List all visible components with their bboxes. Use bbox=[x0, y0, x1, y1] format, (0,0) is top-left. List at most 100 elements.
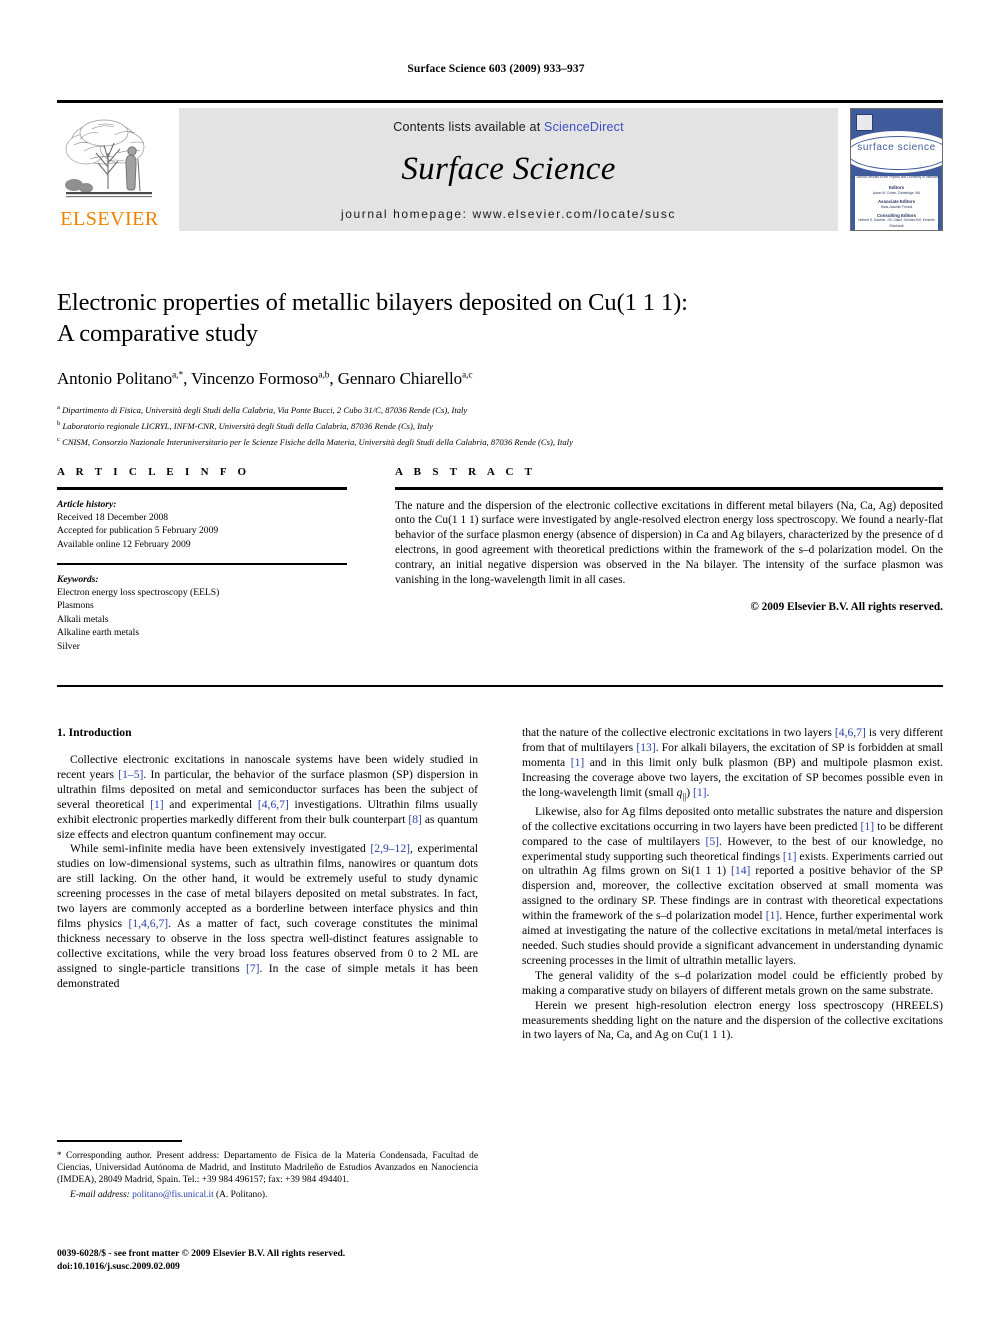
article-title-line-1: Electronic properties of metallic bilaye… bbox=[57, 289, 688, 316]
history-item: Received 18 December 2008 bbox=[57, 511, 169, 523]
article-history-block: Article history: Received 18 December 20… bbox=[57, 498, 347, 552]
paragraph: that the nature of the collective electr… bbox=[522, 726, 943, 805]
affiliation-text: Laboratorio regionale LICRYL, INFM-CNR, … bbox=[62, 420, 433, 431]
elsevier-tree-icon bbox=[64, 119, 152, 198]
abstract-text: The nature and the dispersion of the ele… bbox=[395, 499, 943, 587]
section-heading-introduction: 1. Introduction bbox=[57, 726, 132, 739]
citation-ref[interactable]: [1] bbox=[571, 756, 585, 769]
page-title: Electronic properties of metallic bilaye… bbox=[57, 287, 943, 349]
author-affil-mark: a,c bbox=[462, 370, 473, 381]
elsevier-logo: ELSEVIER bbox=[57, 108, 162, 231]
cover-journal-title: surface science bbox=[857, 142, 936, 153]
citation-ref[interactable]: [4,6,7] bbox=[835, 726, 866, 739]
affiliation-list: a Dipartimento di Fisica, Università deg… bbox=[57, 401, 943, 449]
paragraph: The general validity of the s–d polariza… bbox=[522, 968, 943, 997]
author-affil-mark: a,* bbox=[172, 370, 184, 381]
keyword-item: Silver bbox=[57, 640, 80, 652]
citation-ref[interactable]: [13] bbox=[636, 741, 655, 754]
citation-ref[interactable]: [1,4,6,7] bbox=[129, 917, 169, 930]
paragraph: While semi-infinite media have been exte… bbox=[57, 842, 478, 991]
corresponding-author-footnote: * Corresponding author. Present address:… bbox=[57, 1140, 478, 1201]
affiliation-item: a Dipartimento di Fisica, Università deg… bbox=[57, 401, 943, 417]
article-info-heading: A R T I C L E I N F O bbox=[57, 466, 251, 478]
journal-homepage-link[interactable]: journal homepage: www.elsevier.com/locat… bbox=[341, 207, 676, 221]
keywords-label: Keywords: bbox=[57, 573, 99, 585]
paper-page: Surface Science 603 (2009) 933–937 ELSEV… bbox=[0, 0, 992, 1323]
journal-title: Surface Science bbox=[401, 151, 616, 187]
abstract-rule bbox=[395, 487, 943, 490]
footnote-rule bbox=[57, 1140, 182, 1142]
text-run: that the nature of the collective electr… bbox=[522, 726, 835, 739]
citation-ref[interactable]: [1] bbox=[861, 820, 875, 833]
citation-ref[interactable]: [5] bbox=[706, 835, 720, 848]
affiliation-mark: a bbox=[57, 404, 60, 411]
history-item: Available online 12 February 2009 bbox=[57, 538, 191, 550]
affiliation-mark: b bbox=[57, 420, 61, 428]
text-run: While semi-infinite media have been exte… bbox=[70, 842, 371, 856]
citation-ref[interactable]: [1] bbox=[766, 909, 780, 922]
journal-cover-thumbnail: surface science A Journal Devoted to the… bbox=[850, 108, 943, 231]
cover-logo-icon bbox=[856, 114, 873, 131]
affiliation-text: Dipartimento di Fisica, Università degli… bbox=[62, 404, 468, 415]
text-run: and in this limit only bulk plasmon (BP)… bbox=[522, 755, 943, 799]
citation-ref[interactable]: [1–5] bbox=[118, 768, 143, 781]
title-block: Electronic properties of metallic bilaye… bbox=[57, 287, 943, 449]
affiliation-item: c CNISM, Consorzio Nazionale Interuniver… bbox=[57, 433, 943, 449]
running-head: Surface Science 603 (2009) 933–937 bbox=[407, 63, 585, 75]
keyword-item: Alkaline earth metals bbox=[57, 627, 140, 639]
author-affil-mark: a,b bbox=[318, 370, 330, 381]
affiliation-item: b Laboratorio regionale LICRYL, INFM-CNR… bbox=[57, 417, 943, 433]
citation-ref[interactable]: [7] bbox=[246, 962, 260, 975]
elsevier-wordmark: ELSEVIER bbox=[60, 208, 159, 230]
keyword-item: Electron energy loss spectroscopy (EELS) bbox=[57, 587, 220, 599]
keywords-divider bbox=[57, 563, 347, 565]
abstract-bottom-rule bbox=[57, 685, 943, 687]
info-abstract-region: A R T I C L E I N F O Article history: R… bbox=[57, 466, 943, 653]
article-history-label: Article history: bbox=[57, 498, 117, 510]
cover-board-names: Herbert S. Gardner, J.B. Gland, Gerhard … bbox=[858, 218, 935, 228]
author-list: Antonio Politanoa,*, Vincenzo Formosoa,b… bbox=[57, 369, 473, 388]
author-name: Antonio Politano bbox=[57, 369, 173, 388]
masthead-top-rule bbox=[57, 100, 943, 103]
author-name: Vincenzo Formoso bbox=[191, 369, 319, 388]
abstract-heading: A B S T R A C T bbox=[395, 466, 537, 478]
email-label: E-mail address: bbox=[70, 1189, 130, 1200]
footnote-text: * Corresponding author. Present address:… bbox=[57, 1149, 478, 1202]
abstract-column: A B S T R A C T The nature and the dispe… bbox=[395, 466, 943, 653]
paragraph: Herein we present high-resolution electr… bbox=[522, 998, 943, 1042]
citation-ref[interactable]: [8] bbox=[408, 813, 422, 826]
keywords-block: Keywords: Electron energy loss spectrosc… bbox=[57, 573, 347, 653]
cover-tagline: A Journal Devoted to the Physics and Che… bbox=[853, 175, 940, 179]
body-column-left: 1. Introduction Collective electronic ex… bbox=[57, 726, 478, 1043]
paragraph: Likewise, also for Ag films deposited on… bbox=[522, 805, 943, 969]
email-line: E-mail address: politano@fis.unical.it (… bbox=[57, 1189, 478, 1201]
copyright-line: © 2009 Elsevier B.V. All rights reserved… bbox=[750, 600, 943, 613]
footnote-body: Corresponding author. Present address: D… bbox=[57, 1150, 478, 1186]
keyword-item: Alkali metals bbox=[57, 613, 109, 625]
cover-editorial-text: A Journal Devoted to the Physics and Che… bbox=[851, 175, 942, 230]
imprint-block: 0039-6028/$ - see front matter © 2009 El… bbox=[57, 1248, 557, 1273]
contents-available-line: Contents lists available at ScienceDirec… bbox=[393, 120, 624, 134]
sciencedirect-link[interactable]: ScienceDirect bbox=[544, 120, 624, 134]
citation-ref[interactable]: [1] bbox=[150, 798, 164, 811]
cover-assoc-names: Hans-Joachim Freund bbox=[880, 204, 913, 209]
citation-ref[interactable]: [1] bbox=[783, 850, 797, 863]
citation-ref[interactable]: [1] bbox=[693, 786, 707, 799]
article-info-column: A R T I C L E I N F O Article history: R… bbox=[57, 466, 347, 653]
journal-masthead: ELSEVIER Contents lists available at Sci… bbox=[57, 100, 943, 231]
text-run: and experimental bbox=[163, 797, 258, 811]
masthead-band: Contents lists available at ScienceDirec… bbox=[179, 108, 838, 231]
email-suffix: (A. Politano). bbox=[213, 1189, 268, 1200]
doi-line: doi:10.1016/j.susc.2009.02.009 bbox=[57, 1260, 180, 1272]
email-link[interactable]: politano@fis.unical.it bbox=[132, 1190, 214, 1200]
body-columns: 1. Introduction Collective electronic ex… bbox=[57, 726, 943, 1043]
history-item: Accepted for publication 5 February 2009 bbox=[57, 525, 219, 537]
body-column-right: that the nature of the collective electr… bbox=[522, 726, 943, 1043]
citation-ref[interactable]: [4,6,7] bbox=[258, 798, 289, 811]
citation-ref[interactable]: [14] bbox=[731, 864, 750, 877]
keyword-item: Plasmons bbox=[57, 600, 94, 612]
affiliation-text: CNISM, Consorzio Nazionale Interuniversi… bbox=[62, 436, 573, 447]
citation-ref[interactable]: [2,9–12] bbox=[370, 842, 410, 855]
text-run: ) bbox=[686, 785, 693, 799]
issn-copyright-line: 0039-6028/$ - see front matter © 2009 El… bbox=[57, 1248, 346, 1259]
